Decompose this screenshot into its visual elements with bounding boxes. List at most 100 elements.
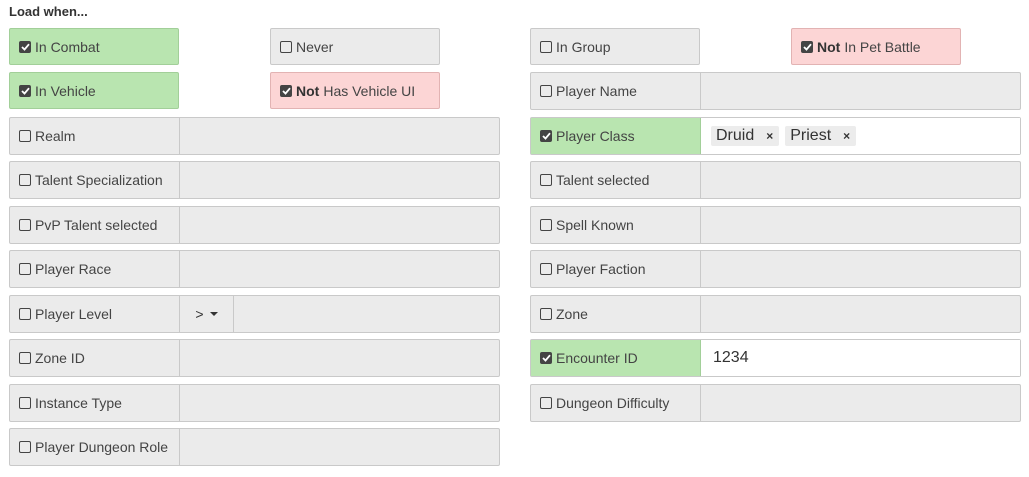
checkbox-icon[interactable] [280, 40, 292, 53]
field-value [180, 207, 499, 243]
not-label: Not [817, 38, 841, 55]
field-label: PvP Talent selected [35, 217, 158, 233]
operator-dropdown[interactable]: > [180, 296, 234, 332]
field-dungeon-difficulty: Dungeon Difficulty [530, 384, 1021, 422]
field-value [701, 296, 1020, 332]
not-label: Not [296, 82, 320, 99]
field-encounter-id: Encounter ID 1234 [530, 339, 1021, 377]
checkbox-checked-icon[interactable] [19, 84, 31, 97]
field-toggle[interactable]: Spell Known [531, 207, 701, 243]
remove-tag-icon[interactable]: × [766, 129, 773, 143]
field-toggle[interactable]: Talent Specialization [10, 162, 180, 198]
field-player-dungeon-role: Player Dungeon Role [9, 428, 500, 466]
toggle-in-group[interactable]: In Group [530, 28, 700, 65]
multiselect-input[interactable]: Druid × Priest × [701, 118, 1020, 154]
checkbox-icon[interactable] [540, 40, 552, 53]
field-toggle[interactable]: Player Race [10, 251, 180, 287]
toggle-in-pet-battle[interactable]: Not In Pet Battle [791, 28, 961, 65]
operator-value: > [195, 306, 204, 322]
field-toggle[interactable]: Zone ID [10, 340, 180, 376]
field-toggle[interactable]: Player Class [531, 118, 701, 154]
field-value [701, 251, 1020, 287]
field-label: Spell Known [556, 217, 634, 233]
field-label: Player Name [556, 83, 637, 99]
player-level-input[interactable] [234, 296, 499, 332]
field-value [701, 73, 1020, 109]
field-toggle[interactable]: PvP Talent selected [10, 207, 180, 243]
checkbox-icon[interactable] [540, 174, 552, 186]
toggle-label: Has Vehicle UI [323, 82, 416, 99]
field-value [701, 207, 1020, 243]
field-zone-id: Zone ID [9, 339, 500, 377]
checkbox-checked-icon[interactable] [540, 352, 552, 364]
field-toggle[interactable]: Talent selected [531, 162, 701, 198]
checkbox-checked-icon[interactable] [19, 40, 31, 53]
checkbox-checked-icon[interactable] [540, 130, 552, 142]
tag-label: Priest [790, 127, 832, 144]
field-spell-known: Spell Known [530, 206, 1021, 244]
field-value [180, 385, 499, 421]
field-label: Dungeon Difficulty [556, 395, 670, 411]
field-toggle[interactable]: Player Level [10, 296, 180, 332]
field-value [701, 162, 1020, 198]
field-label: Player Class [556, 128, 635, 144]
remove-tag-icon[interactable]: × [843, 129, 850, 143]
checkbox-icon[interactable] [19, 352, 31, 364]
checkbox-icon[interactable] [19, 174, 31, 186]
checkbox-icon[interactable] [19, 263, 31, 275]
field-label: Encounter ID [556, 350, 638, 366]
checkbox-icon[interactable] [540, 219, 552, 231]
field-label: Talent selected [556, 172, 650, 188]
field-label: Talent Specialization [35, 172, 163, 188]
checkbox-checked-icon[interactable] [280, 84, 292, 97]
field-value [180, 118, 499, 154]
toggle-label: In Group [556, 38, 611, 55]
field-toggle[interactable]: Instance Type [10, 385, 180, 421]
field-pvp-talent-selected: PvP Talent selected [9, 206, 500, 244]
field-label: Player Level [35, 306, 113, 322]
field-realm: Realm [9, 117, 500, 155]
field-label: Zone ID [35, 350, 85, 366]
toggle-in-vehicle[interactable]: In Vehicle [9, 72, 179, 109]
field-instance-type: Instance Type [9, 384, 500, 422]
field-toggle[interactable]: Encounter ID [531, 340, 701, 376]
field-talent-selected: Talent selected [530, 161, 1021, 199]
field-value [701, 385, 1020, 421]
section-heading: Load when... [9, 4, 88, 19]
checkbox-icon[interactable] [19, 441, 31, 453]
checkbox-icon[interactable] [540, 308, 552, 320]
checkbox-icon[interactable] [19, 219, 31, 231]
toggle-has-vehicle-ui[interactable]: Not Has Vehicle UI [270, 72, 440, 109]
field-player-faction: Player Faction [530, 250, 1021, 288]
field-label: Player Faction [556, 261, 646, 277]
field-label: Player Dungeon Role [35, 439, 169, 455]
field-toggle[interactable]: Player Name [531, 73, 701, 109]
field-toggle[interactable]: Player Dungeon Role [10, 429, 180, 465]
encounter-id-input[interactable]: 1234 [701, 340, 1020, 376]
field-player-class: Player Class Druid × Priest × [530, 117, 1021, 155]
toggle-label: In Pet Battle [844, 38, 921, 55]
field-toggle[interactable]: Zone [531, 296, 701, 332]
selected-tag: Priest × [785, 126, 857, 146]
field-player-name: Player Name [530, 72, 1021, 110]
field-talent-specialization: Talent Specialization [9, 161, 500, 199]
field-label: Realm [35, 128, 76, 144]
checkbox-icon[interactable] [19, 130, 31, 142]
toggle-in-combat[interactable]: In Combat [9, 28, 179, 65]
checkbox-icon[interactable] [540, 263, 552, 275]
field-label: Instance Type [35, 395, 122, 411]
toggle-label: In Vehicle [35, 82, 96, 99]
checkbox-checked-icon[interactable] [801, 40, 813, 53]
checkbox-icon[interactable] [19, 397, 31, 409]
field-value [180, 251, 499, 287]
field-toggle[interactable]: Player Faction [531, 251, 701, 287]
toggle-never[interactable]: Never [270, 28, 440, 65]
checkbox-icon[interactable] [540, 397, 552, 409]
field-value [180, 429, 499, 465]
field-toggle[interactable]: Dungeon Difficulty [531, 385, 701, 421]
field-toggle[interactable]: Realm [10, 118, 180, 154]
checkbox-icon[interactable] [19, 308, 31, 320]
checkbox-icon[interactable] [540, 85, 552, 97]
selected-tag: Druid × [711, 126, 780, 146]
field-value [180, 340, 499, 376]
